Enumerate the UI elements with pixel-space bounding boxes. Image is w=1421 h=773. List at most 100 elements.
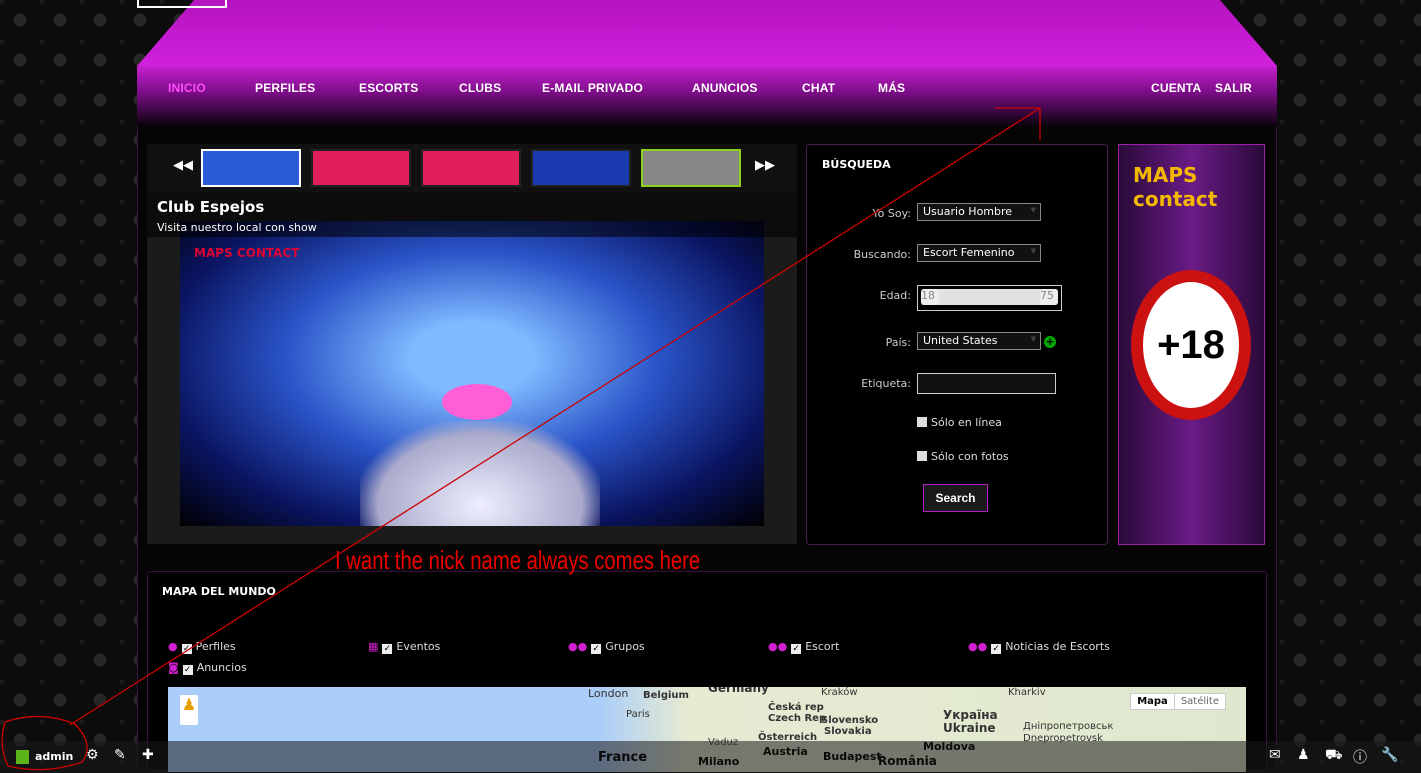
next-arrow-icon[interactable]: ▶▶	[755, 158, 775, 173]
slide-subtitle: Visita nuestro local con show	[157, 221, 317, 234]
nav-cuenta[interactable]: CUENTA	[1151, 81, 1201, 95]
thumbnail[interactable]	[421, 149, 521, 187]
main-nav: INICIO PERFILES ESCORTS CLUBS E-MAIL PRI…	[137, 66, 1277, 126]
online-status-indicator	[16, 750, 29, 764]
i-am-select[interactable]: Usuario Hombre	[917, 203, 1041, 221]
slide-caption: Club Espejos Visita nuestro local con sh…	[147, 192, 797, 237]
header-banner	[137, 0, 1277, 66]
nav-inicio[interactable]: INICIO	[168, 81, 206, 95]
online-only-label: Sólo en línea	[931, 416, 1002, 429]
layer-perfiles[interactable]: ● ✓ Perfiles	[168, 640, 236, 654]
age-range-slider[interactable]: 18 75	[917, 285, 1062, 311]
group-icon: ●●	[568, 640, 588, 653]
map-label: Kraków	[821, 687, 858, 698]
search-heading: BÚSQUEDA	[822, 158, 891, 171]
map-label: Paris	[626, 709, 650, 720]
thumbnail[interactable]	[641, 149, 741, 187]
group-icon: ●●	[768, 640, 788, 653]
site-logo[interactable]	[137, 0, 227, 8]
layer-label: Perfiles	[195, 640, 236, 653]
layer-anuncios[interactable]: ◙ ✓ Anuncios	[168, 661, 247, 675]
map-type-mapa[interactable]: Mapa	[1131, 694, 1174, 709]
thumbnail[interactable]	[531, 149, 631, 187]
map-label: Дніпропетровськ	[1023, 721, 1114, 732]
featured-slider: ◀◀ ▶▶ MAPS CONTACT Club Espejos Visita n…	[147, 144, 797, 544]
map-label: Moldova	[923, 740, 976, 753]
layer-escort[interactable]: ●● ✓ Escort	[768, 640, 840, 654]
country-select[interactable]: United States	[917, 332, 1041, 350]
map-label: Austria	[763, 745, 808, 758]
map-type-control: Mapa Satélite	[1130, 693, 1226, 710]
street-view-pegman-icon[interactable]: ♟	[180, 695, 198, 725]
slide-image-detail	[442, 384, 512, 420]
layer-label: Noticias de Escorts	[1005, 640, 1110, 653]
cart-icon[interactable]: ⛟	[1325, 747, 1343, 765]
plus-icon[interactable]: ✚	[142, 747, 154, 763]
user-icon[interactable]: ♟	[1297, 747, 1310, 763]
map-label: Germany	[708, 687, 769, 695]
wrench-icon[interactable]: 🔧	[1381, 747, 1398, 763]
country-label: País:	[885, 336, 911, 349]
map-label: Kharkiv	[1008, 687, 1046, 698]
nav-perfiles[interactable]: PERFILES	[255, 81, 315, 95]
info-icon[interactable]: ⓘ	[1353, 747, 1367, 767]
mail-icon[interactable]: ✉	[1269, 747, 1281, 763]
edit-icon[interactable]: ✎	[114, 747, 126, 763]
nav-email-privado[interactable]: E-MAIL PRIVADO	[542, 81, 643, 95]
map-label: Dnepropetrovsk	[1023, 733, 1103, 744]
thumbnail[interactable]	[311, 149, 411, 187]
group-icon: ●●	[968, 640, 988, 653]
slide-image-detail	[360, 421, 600, 526]
map-label: Slovensko	[821, 715, 879, 726]
map-label: România	[878, 754, 937, 768]
map-label: Budapest	[823, 750, 882, 763]
nav-clubs[interactable]: CLUBS	[459, 81, 501, 95]
thumbnail-strip: ◀◀ ▶▶	[147, 144, 797, 192]
admin-username[interactable]: admin	[35, 750, 73, 763]
slide-image[interactable]: MAPS CONTACT	[180, 221, 764, 526]
tag-input[interactable]	[917, 373, 1056, 394]
map-label: Україна	[943, 708, 998, 722]
tag-label: Etiqueta:	[861, 377, 911, 390]
nav-anuncios[interactable]: ANUNCIOS	[692, 81, 758, 95]
map-label: Czech Rep	[768, 713, 827, 724]
map-heading: MAPA DEL MUNDO	[162, 585, 276, 598]
map-label: Belgium	[643, 690, 689, 701]
nav-escorts[interactable]: ESCORTS	[359, 81, 418, 95]
gear-icon[interactable]: ⚙	[86, 747, 99, 763]
layer-eventos[interactable]: ▦ ✓ Eventos	[368, 640, 440, 654]
nav-chat[interactable]: CHAT	[802, 81, 835, 95]
online-only-checkbox[interactable]: Sólo en línea	[917, 416, 1002, 429]
looking-for-label: Buscando:	[853, 248, 911, 261]
map-type-satelite[interactable]: Satélite	[1173, 694, 1225, 709]
age-min-handle[interactable]: 18	[921, 289, 939, 305]
looking-for-select[interactable]: Escort Femenino	[917, 244, 1041, 262]
camera-icon: ◙	[168, 661, 179, 674]
user-icon: ●	[168, 640, 178, 653]
layer-noticias[interactable]: ●● ✓ Noticias de Escorts	[968, 640, 1110, 654]
nav-mas[interactable]: MÁS	[878, 81, 905, 95]
map-label: Ukraine	[943, 721, 996, 735]
layer-label: Anuncios	[196, 661, 247, 674]
map-label: Vaduz	[708, 737, 739, 748]
prev-arrow-icon[interactable]: ◀◀	[173, 158, 193, 173]
map-label: Milano	[698, 755, 740, 768]
photos-only-checkbox[interactable]: Sólo con fotos	[917, 450, 1009, 463]
ad-brand: MAPS contact	[1133, 163, 1218, 211]
map-label: France	[598, 750, 648, 765]
search-panel: BÚSQUEDA Yo Soy: Usuario Hombre Buscando…	[806, 144, 1108, 545]
age-label: Edad:	[879, 289, 911, 302]
search-button[interactable]: Search	[923, 484, 988, 512]
layer-label: Eventos	[396, 640, 441, 653]
thumbnail[interactable]	[201, 149, 301, 187]
layer-grupos[interactable]: ●● ✓ Grupos	[568, 640, 645, 654]
add-country-icon[interactable]: +	[1044, 336, 1056, 348]
map-label: Österreich	[758, 732, 818, 743]
slide-title: Club Espejos	[157, 198, 265, 216]
ad-banner[interactable]: MAPS contact +18	[1118, 144, 1265, 545]
photos-only-label: Sólo con fotos	[931, 450, 1009, 463]
age-max-handle[interactable]: 75	[1040, 289, 1058, 305]
calendar-icon: ▦	[368, 640, 379, 653]
slide-logo: MAPS CONTACT	[194, 246, 300, 260]
nav-salir[interactable]: SALIR	[1215, 81, 1252, 95]
